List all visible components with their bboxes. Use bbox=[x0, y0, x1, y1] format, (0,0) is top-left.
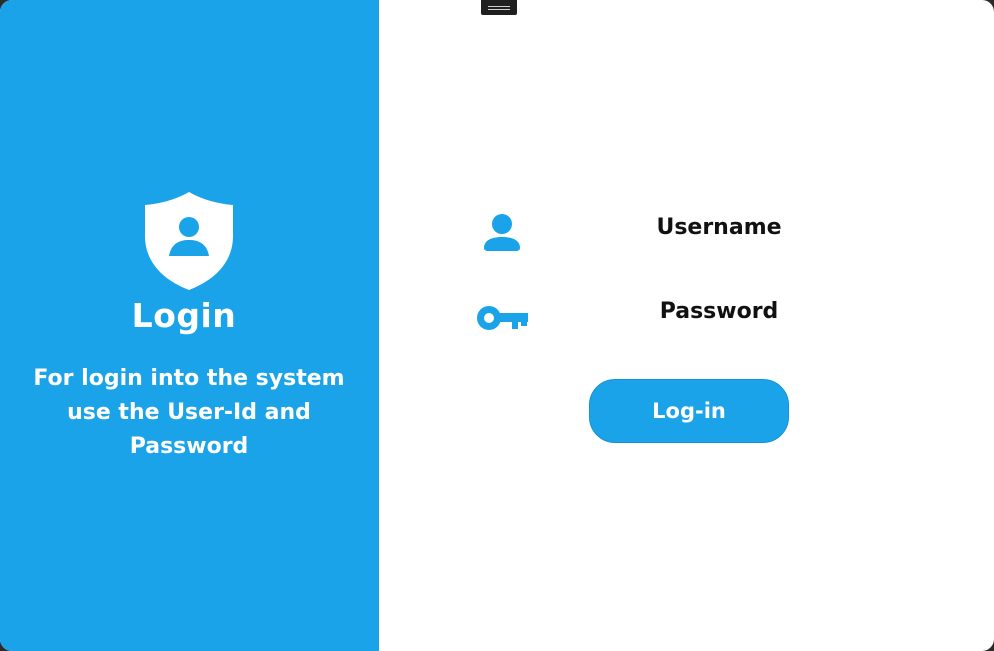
password-input[interactable] bbox=[610, 294, 828, 328]
key-icon bbox=[477, 306, 528, 330]
description-line: use the User-Id and bbox=[67, 400, 311, 425]
left-panel: Login For login into the system use the … bbox=[0, 0, 379, 651]
window-drag-handle[interactable] bbox=[481, 0, 517, 15]
username-input[interactable] bbox=[610, 210, 828, 244]
description-line: For login into the system bbox=[33, 366, 345, 391]
shield-user-icon bbox=[145, 192, 233, 290]
login-title: Login bbox=[131, 296, 237, 335]
description-line: Password bbox=[129, 434, 249, 459]
login-window: Login For login into the system use the … bbox=[0, 0, 994, 651]
user-icon bbox=[484, 214, 520, 251]
login-description: For login into the system use the User-I… bbox=[24, 362, 354, 464]
login-button[interactable]: Log-in bbox=[589, 379, 789, 443]
